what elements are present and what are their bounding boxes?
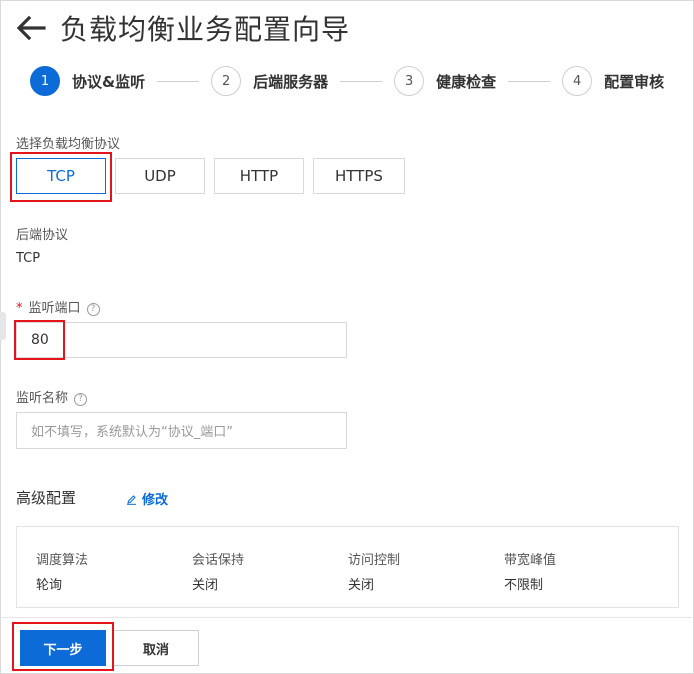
step-connector (340, 80, 383, 82)
step-label: 配置审核 (604, 72, 665, 91)
pencil-icon (127, 495, 136, 505)
adv-item-key: 带宽峰值 (504, 553, 557, 568)
listen-port-label: 监听端口 (28, 301, 81, 316)
arrow-left-icon[interactable] (14, 11, 48, 45)
advanced-config-panel: 调度算法 轮询 会话保持 关闭 访问控制 关闭 带宽峰值 不限制 (16, 526, 679, 608)
adv-item-scheduler: 调度算法 轮询 (36, 549, 88, 593)
highlight-box-next (12, 622, 114, 671)
listen-name-label-row: 监听名称? (16, 387, 88, 406)
side-collapse-handle[interactable] (0, 312, 6, 340)
step-connector (508, 80, 551, 82)
protocol-label: 选择负载均衡协议 (16, 137, 121, 152)
step-number: 3 (394, 66, 425, 96)
step-config-review: 4 配置审核 (562, 66, 664, 96)
adv-item-bandwidth: 带宽峰值 不限制 (504, 549, 556, 593)
adv-item-value: 关闭 (192, 578, 219, 593)
step-number: 4 (562, 66, 593, 96)
step-number: 1 (30, 66, 60, 96)
listen-name-label: 监听名称 (16, 391, 69, 406)
step-label: 健康检查 (436, 72, 497, 91)
wizard-steps: 1 协议&监听 2 后端服务器 3 健康检查 4 配置审核 (30, 66, 664, 96)
protocol-option-http[interactable]: HTTP (214, 158, 304, 194)
adv-item-key: 调度算法 (36, 553, 89, 568)
help-icon[interactable]: ? (86, 303, 100, 316)
advanced-edit-link[interactable]: 修改 (126, 489, 168, 508)
adv-item-access-control: 访问控制 关闭 (348, 549, 400, 593)
adv-item-value: 关闭 (348, 578, 375, 593)
required-mark: * (16, 301, 23, 316)
step-label: 协议&监听 (72, 72, 146, 91)
adv-item-key: 会话保持 (192, 553, 245, 568)
step-backend-servers: 2 后端服务器 (211, 66, 328, 96)
step-health-check: 3 健康检查 (394, 66, 496, 96)
step-protocol-listener: 1 协议&监听 (30, 66, 145, 96)
protocol-option-https[interactable]: HTTPS (313, 158, 405, 194)
adv-item-value: 不限制 (504, 578, 544, 593)
wizard-header: 负载均衡业务配置向导 (14, 8, 350, 48)
step-connector (157, 80, 200, 82)
backend-protocol-label: 后端协议 (16, 228, 69, 243)
listen-port-label-row: * 监听端口? (16, 297, 100, 316)
listen-name-placeholder: 如不填写，系统默认为“协议_端口” (31, 425, 233, 440)
page-title: 负载均衡业务配置向导 (60, 13, 351, 46)
protocol-option-udp[interactable]: UDP (115, 158, 205, 194)
step-number: 2 (211, 66, 242, 96)
adv-item-key: 访问控制 (348, 553, 401, 568)
adv-item-value: 轮询 (36, 578, 63, 593)
highlight-box-port (14, 320, 65, 360)
step-label: 后端服务器 (253, 72, 329, 91)
cancel-button[interactable]: 取消 (113, 630, 199, 666)
advanced-config-title: 高级配置 (16, 489, 77, 507)
edit-label: 修改 (142, 493, 169, 508)
footer-divider (0, 617, 694, 618)
listen-port-input[interactable]: 80 (16, 322, 347, 358)
highlight-box-protocol (10, 152, 112, 202)
help-icon[interactable]: ? (74, 393, 88, 406)
adv-item-session: 会话保持 关闭 (192, 549, 244, 593)
backend-protocol-value: TCP (16, 251, 41, 266)
listen-name-input[interactable]: 如不填写，系统默认为“协议_端口” (16, 412, 347, 449)
